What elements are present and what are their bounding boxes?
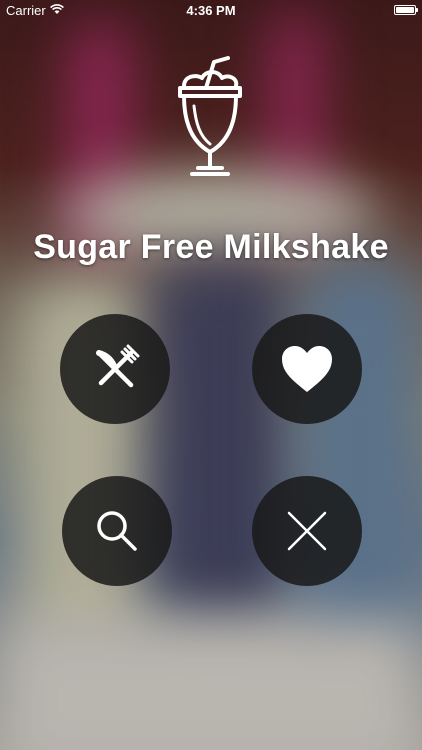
fork-knife-icon (89, 343, 141, 395)
close-icon (287, 511, 327, 551)
favorites-button[interactable] (252, 314, 362, 424)
close-button[interactable] (252, 476, 362, 586)
status-time: 4:36 PM (186, 3, 236, 18)
search-button[interactable] (62, 476, 172, 586)
search-icon (95, 509, 139, 553)
recipes-button[interactable] (60, 314, 170, 424)
battery-icon (394, 5, 418, 15)
heart-icon (280, 344, 334, 394)
milkshake-icon (170, 52, 250, 192)
app-title: Sugar Free Milkshake (33, 228, 389, 266)
status-bar: Carrier 4:36 PM (0, 0, 422, 22)
